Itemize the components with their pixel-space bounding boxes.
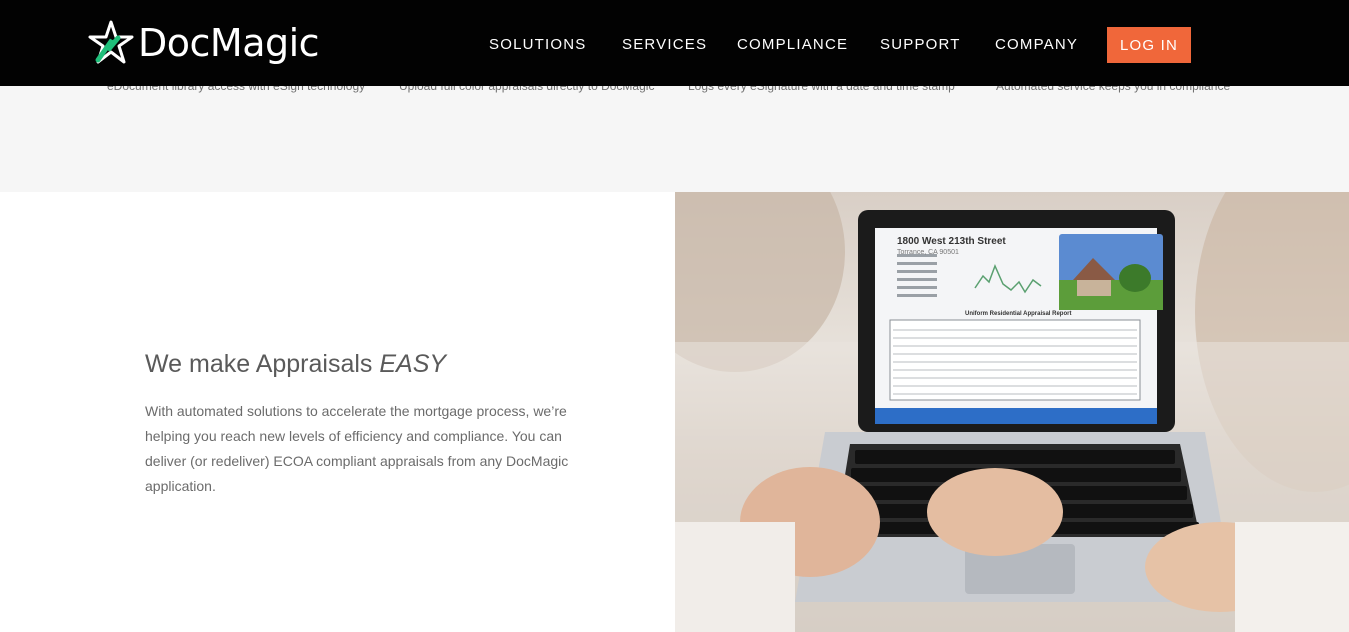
brand-name: DocMagic bbox=[138, 21, 320, 65]
section-headline: We make Appraisals EASY bbox=[145, 350, 446, 379]
laptop-photo: 1800 West 213th Street Torrance, CA 9050… bbox=[675, 192, 1349, 632]
nav-support[interactable]: SUPPORT bbox=[880, 36, 961, 53]
nav-company[interactable]: COMPANY bbox=[995, 36, 1078, 53]
headline-emphasis: EASY bbox=[379, 350, 447, 378]
nav-solutions[interactable]: SOLUTIONS bbox=[489, 36, 586, 53]
screen-report-title: Uniform Residential Appraisal Report bbox=[965, 311, 1072, 317]
features-strip: eDocument library access with eSign tech… bbox=[0, 79, 1349, 192]
appraisals-section: We make Appraisals EASY With automated s… bbox=[0, 192, 1349, 632]
docmagic-logo[interactable]: DocMagic bbox=[88, 19, 320, 67]
login-button[interactable]: LOG IN bbox=[1107, 27, 1191, 63]
section-body: With automated solutions to accelerate t… bbox=[145, 403, 569, 494]
site-header: DocMagic SOLUTIONS SERVICES COMPLIANCE S… bbox=[0, 0, 1349, 86]
nav-services[interactable]: SERVICES bbox=[622, 36, 707, 53]
star-logo-icon bbox=[88, 20, 134, 64]
nav-compliance[interactable]: COMPLIANCE bbox=[737, 36, 848, 53]
screen-city: Torrance, CA 90501 bbox=[897, 249, 959, 256]
laptop-illustration bbox=[675, 192, 1349, 632]
headline-prefix: We make Appraisals bbox=[145, 350, 380, 378]
screen-address: 1800 West 213th Street bbox=[897, 236, 1006, 247]
